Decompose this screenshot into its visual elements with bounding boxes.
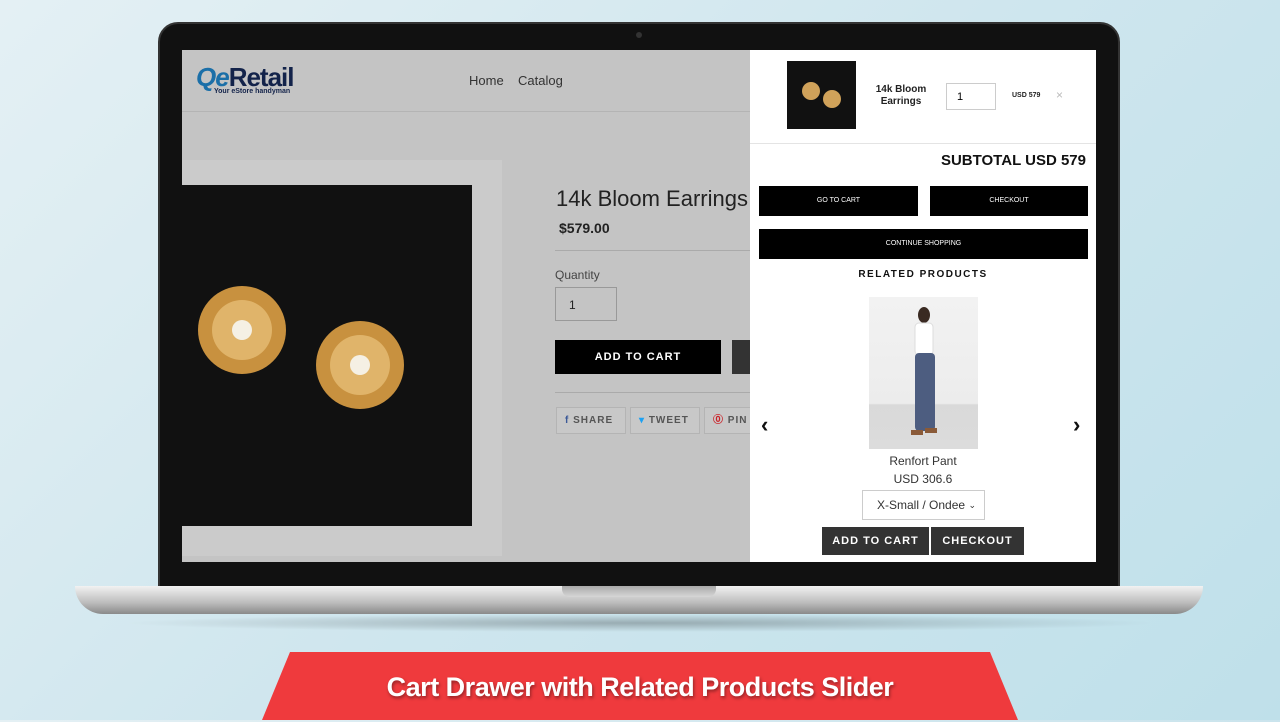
camera [636, 32, 642, 38]
cart-item-image [787, 61, 856, 129]
related-product-name[interactable]: Renfort Pant [750, 454, 1096, 468]
related-add-to-cart-button[interactable]: ADD TO CART [822, 527, 929, 555]
product-title: 14k Bloom Earrings [556, 186, 748, 211]
laptop-shadow [120, 614, 1160, 632]
quantity-input[interactable]: 1 [555, 287, 617, 321]
share-facebook-button[interactable]: f SHARE [556, 407, 626, 434]
variant-select[interactable]: X-Small / Ondee ⌄ [862, 490, 985, 520]
feature-banner: Cart Drawer with Related Products Slider [262, 652, 1018, 720]
divider [555, 250, 755, 251]
twitter-icon: ▾ [639, 415, 649, 426]
pinterest-icon: ⓪ [713, 415, 728, 426]
remove-item-close-icon[interactable]: × [1056, 88, 1063, 102]
banner-title: Cart Drawer with Related Products Slider [386, 672, 894, 702]
cart-item-quantity-input[interactable]: 1 [946, 83, 996, 110]
related-products-heading: RELATED PRODUCTS [858, 269, 988, 280]
earrings-image [198, 286, 404, 409]
model-image [911, 307, 937, 435]
slider-next-chevron-right-icon[interactable]: › [1073, 412, 1080, 438]
go-to-cart-button[interactable]: GO TO CART [759, 186, 918, 216]
laptop-notch [562, 586, 716, 597]
add-to-cart-button[interactable]: ADD TO CART [555, 340, 721, 374]
product-image [182, 185, 472, 526]
share-pinterest-button[interactable]: ⓪ PIN [704, 407, 754, 434]
store-tagline: Your eStore handyman [214, 88, 291, 95]
related-checkout-button[interactable]: CHECKOUT [931, 527, 1024, 555]
share-twitter-button[interactable]: ▾ TWEET [630, 407, 700, 434]
product-price: $579.00 [559, 220, 610, 236]
cart-item-price: USD 579 [1012, 92, 1041, 99]
nav-home[interactable]: Home [469, 73, 504, 88]
divider [555, 392, 755, 393]
divider [750, 143, 1096, 144]
related-product-price: USD 306.6 [893, 472, 953, 486]
continue-shopping-button[interactable]: CONTINUE SHOPPING [759, 229, 1088, 259]
checkout-button[interactable]: CHECKOUT [930, 186, 1088, 216]
laptop-screen: QeRetail Your eStore handyman Home Catal… [182, 50, 1096, 562]
cart-item-name[interactable]: 14k Bloom Earrings [870, 84, 932, 108]
quantity-label: Quantity [555, 268, 600, 282]
chevron-down-icon: ⌄ [968, 500, 976, 510]
cart-subtotal: SUBTOTAL USD 579 [940, 152, 1086, 169]
slider-prev-chevron-left-icon[interactable]: ‹ [761, 412, 768, 438]
cart-drawer: 14k Bloom Earrings 1 USD 579 × SUBTOTAL … [750, 50, 1096, 562]
nav-catalog[interactable]: Catalog [518, 73, 563, 88]
related-product-image[interactable] [869, 297, 978, 449]
facebook-icon: f [565, 415, 574, 426]
